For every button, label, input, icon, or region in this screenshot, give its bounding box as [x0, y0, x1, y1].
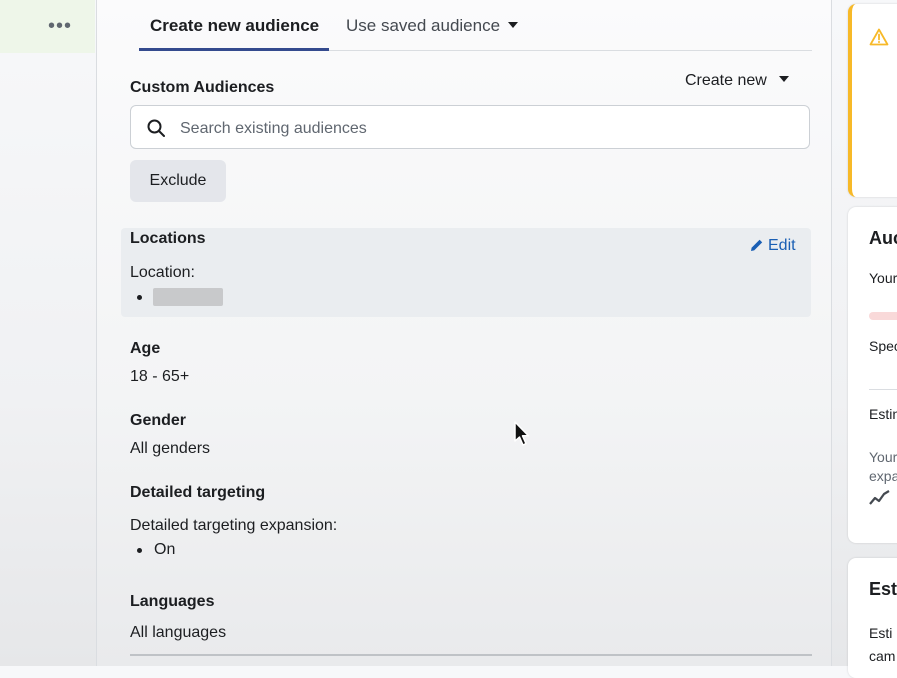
estimates-text: Esti: [869, 625, 893, 641]
edit-locations-button[interactable]: Edit: [750, 236, 796, 256]
pencil-icon: [751, 239, 763, 251]
search-audiences-input[interactable]: [178, 116, 782, 142]
audience-note-text-2: expa: [869, 468, 897, 484]
warning-icon: [869, 28, 889, 46]
caret-down-icon: [778, 75, 789, 82]
tab-use-saved-audience[interactable]: Use saved audience: [346, 16, 519, 36]
bullet: [137, 548, 142, 553]
audience-panel: Create new audience Use saved audience C…: [96, 0, 832, 666]
more-horizontal-icon[interactable]: •••: [48, 16, 72, 36]
trend-icon: [869, 490, 890, 505]
section-divider: [130, 654, 812, 656]
languages-title: Languages: [130, 593, 215, 610]
tab-create-new-audience[interactable]: Create new audience: [138, 16, 330, 51]
tab-use-saved-audience-label: Use saved audience: [346, 16, 501, 35]
estimated-text: Estin: [869, 406, 897, 422]
bullet: [137, 295, 142, 300]
audience-size-meter: [869, 312, 897, 320]
search-icon: [147, 119, 165, 137]
audience-definition-card: Auc Your Spec Estin Your expa: [848, 207, 897, 543]
estimates-heading: Esti: [869, 579, 897, 599]
detailed-targeting-expansion-value: On: [154, 541, 176, 558]
warning-card: [848, 4, 897, 197]
gender-value: All genders: [130, 440, 211, 457]
create-new-label: Create new: [685, 72, 767, 89]
estimates-text-2: cam: [869, 648, 896, 664]
left-panel: •••: [0, 0, 95, 666]
audience-card-text: Your: [869, 270, 897, 286]
age-value: 18 - 65+: [130, 368, 190, 385]
estimated-results-card: Esti Esti cam: [848, 558, 897, 678]
create-new-dropdown[interactable]: Create new: [685, 71, 789, 91]
audience-card-heading: Auc: [869, 228, 897, 248]
search-audiences-box[interactable]: [130, 105, 810, 149]
locations-section: [121, 228, 811, 317]
card-divider: [869, 389, 897, 390]
edit-label: Edit: [768, 237, 796, 254]
age-title: Age: [130, 340, 161, 357]
audience-tabs: Create new audience Use saved audience: [138, 0, 812, 51]
locations-title: Locations: [130, 230, 206, 247]
detailed-targeting-title: Detailed targeting: [130, 484, 266, 501]
audience-note-text: Your: [869, 449, 897, 465]
gender-title: Gender: [130, 412, 187, 429]
location-label: Location:: [130, 264, 195, 281]
redacted-location-value: [153, 288, 223, 306]
audience-card-spec-text: Spec: [869, 338, 897, 354]
custom-audiences-title: Custom Audiences: [130, 79, 275, 96]
caret-down-icon: [508, 21, 519, 28]
mouse-cursor-icon: [514, 421, 530, 446]
detailed-targeting-expansion-label: Detailed targeting expansion:: [130, 517, 338, 534]
exclude-button[interactable]: Exclude: [130, 160, 226, 202]
languages-value: All languages: [130, 624, 227, 641]
